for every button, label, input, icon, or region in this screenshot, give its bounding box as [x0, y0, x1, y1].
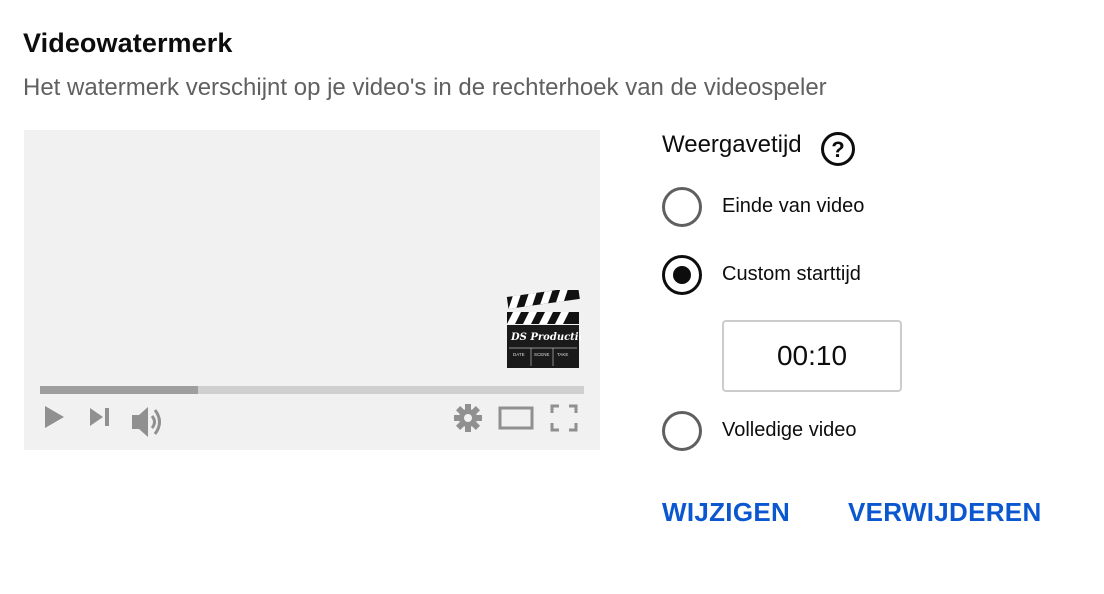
theater-mode-icon[interactable]	[498, 404, 534, 432]
radio-custom-start-time[interactable]	[662, 255, 702, 295]
option-label: Einde van video	[722, 195, 865, 217]
page-subtitle: Het watermerk verschijnt op je video's i…	[23, 74, 827, 101]
display-time-heading: Weergavetijd	[662, 131, 802, 158]
svg-text:?: ?	[831, 137, 844, 162]
help-icon[interactable]: ?	[820, 131, 856, 167]
slate-field-scene: SCENE	[534, 352, 550, 357]
video-player-preview: DS Productie DATE SCENE TAKE	[24, 130, 600, 450]
option-label: Volledige video	[722, 419, 857, 441]
watermark-image: DS Productie DATE SCENE TAKE	[506, 290, 581, 368]
radio-end-of-video[interactable]	[662, 187, 702, 227]
volume-icon[interactable]	[130, 404, 166, 440]
skip-next-icon[interactable]	[88, 404, 112, 430]
page-title: Videowatermerk	[23, 28, 233, 58]
remove-button[interactable]: VERWIJDEREN	[848, 497, 1042, 528]
change-button[interactable]: WIJZIGEN	[662, 497, 790, 528]
slate-field-date: DATE	[513, 352, 525, 357]
play-icon[interactable]	[42, 404, 66, 430]
gear-icon[interactable]	[454, 404, 482, 432]
slate-field-take: TAKE	[557, 352, 568, 357]
progress-bar-fill	[40, 386, 198, 394]
watermark-label: DS Productie	[510, 332, 581, 343]
option-label: Custom starttijd	[722, 263, 861, 285]
radio-full-video[interactable]	[662, 411, 702, 451]
fullscreen-icon[interactable]	[550, 404, 578, 432]
start-time-input[interactable]	[722, 320, 902, 392]
progress-bar[interactable]	[40, 386, 584, 394]
